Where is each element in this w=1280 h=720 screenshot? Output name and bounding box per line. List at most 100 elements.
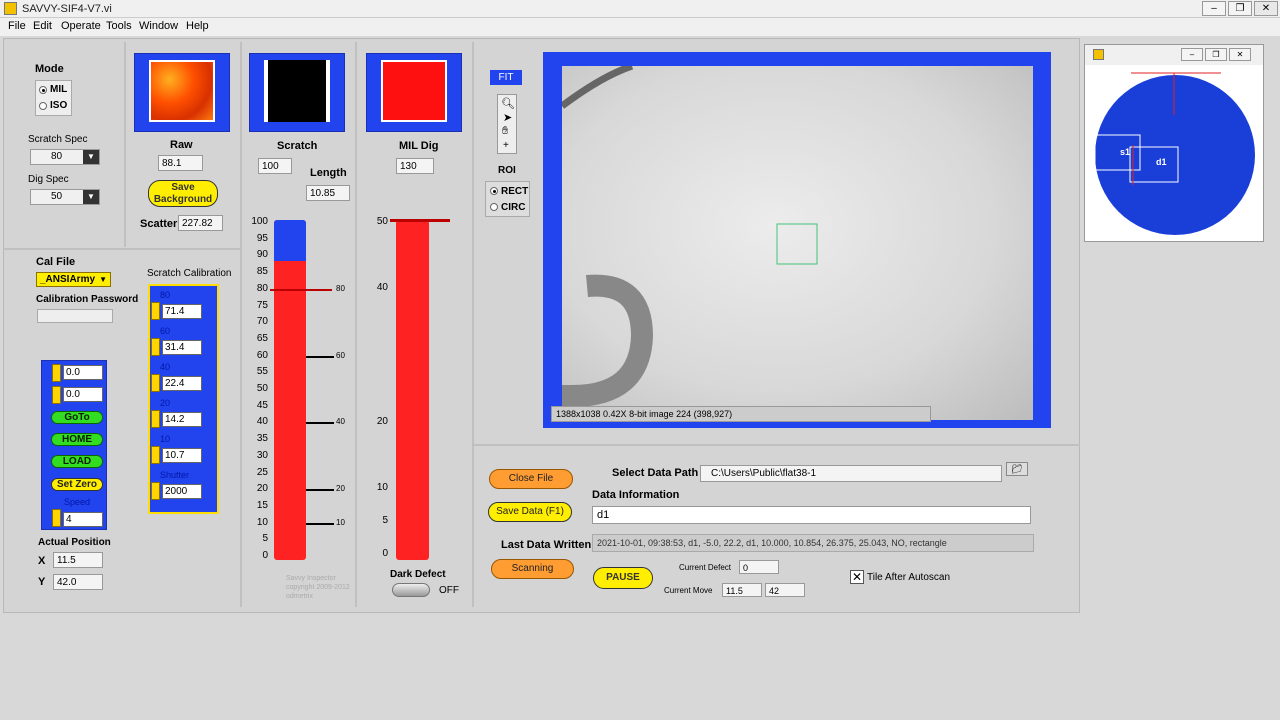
- menu-edit[interactable]: Edit: [33, 20, 52, 32]
- image-tools-palette: 🔍︎ ➤ ✋︎ +: [497, 94, 517, 154]
- chevron-down-icon: ▼: [83, 150, 99, 164]
- scratch-marker-line: [306, 422, 334, 425]
- pause-button[interactable]: PAUSE: [593, 567, 653, 589]
- scratch-cal-value[interactable]: 31.4: [162, 340, 202, 355]
- map-window-titlebar: – ❐ ✕: [1085, 45, 1263, 65]
- scratch-cal-key: 60: [160, 326, 171, 336]
- cal-password-label: Calibration Password: [36, 294, 139, 305]
- menu-tools[interactable]: Tools: [106, 20, 132, 32]
- cal-file-select[interactable]: _ANSIArmy ▼: [36, 272, 111, 287]
- scratch-marker-label: 20: [336, 484, 345, 494]
- data-information-input[interactable]: d1: [592, 506, 1031, 524]
- roi-rect-radio[interactable]: [490, 187, 498, 195]
- menu-file[interactable]: File: [8, 20, 26, 32]
- scratch-gauge-tick: 10: [256, 516, 268, 528]
- menu-help[interactable]: Help: [186, 20, 209, 32]
- scratch-cal-value[interactable]: 71.4: [162, 304, 202, 319]
- scratch-cal-key: 80: [160, 290, 171, 300]
- stage-x-spinner[interactable]: [52, 364, 61, 382]
- data-information-label: Data Information: [592, 489, 680, 501]
- speed-spinner[interactable]: [52, 509, 61, 527]
- scratch-spec-value: 80: [51, 151, 63, 162]
- scratch-cal-value[interactable]: 14.2: [162, 412, 202, 427]
- map-close-button[interactable]: ✕: [1229, 48, 1251, 61]
- scratch-cal-spinner[interactable]: [151, 482, 160, 500]
- mode-mil-radio[interactable]: [39, 86, 47, 94]
- scratch-calibration-label: Scratch Calibration: [147, 268, 232, 279]
- crosshair-icon[interactable]: +: [503, 140, 509, 151]
- dig-gauge-tick: 50: [376, 216, 388, 227]
- scratch-marker-line: [306, 355, 334, 358]
- scratch-cal-key: 20: [160, 398, 171, 408]
- load-button[interactable]: LOAD: [51, 455, 103, 468]
- dig-spec-select[interactable]: 50 ▼: [30, 189, 100, 205]
- maximize-button[interactable]: ❐: [1228, 1, 1252, 16]
- close-file-button[interactable]: Close File: [489, 469, 573, 489]
- menu-bar: File Edit Operate Tools Window Help: [0, 18, 1280, 36]
- stage-y-input[interactable]: 0.0: [63, 387, 103, 402]
- folder-browse-icon[interactable]: 📁︎: [1006, 462, 1028, 476]
- sample-map[interactable]: s1 d1: [1085, 65, 1263, 241]
- close-button[interactable]: ✕: [1254, 1, 1278, 16]
- scratch-cal-spinner[interactable]: [151, 302, 160, 320]
- scratch-gauge-tick: 90: [256, 249, 268, 261]
- scratch-cal-spinner[interactable]: [151, 374, 160, 392]
- scanning-button[interactable]: Scanning: [491, 559, 574, 579]
- scratch-cal-value[interactable]: 10.7: [162, 448, 202, 463]
- divider: [472, 42, 474, 607]
- data-path-input[interactable]: C:\Users\Public\flat38-1: [700, 465, 1002, 482]
- cal-password-field[interactable]: [37, 309, 113, 323]
- scratch-cal-spinner[interactable]: [151, 410, 160, 428]
- mode-iso-radio[interactable]: [39, 102, 47, 110]
- dark-defect-toggle[interactable]: [392, 583, 430, 597]
- last-data-written-label: Last Data Written: [501, 539, 592, 551]
- sample-disk: [1095, 75, 1255, 235]
- speed-input[interactable]: 4: [63, 512, 103, 527]
- pan-hand-icon[interactable]: ✋︎: [502, 125, 508, 138]
- scratch-cal-spinner[interactable]: [151, 338, 160, 356]
- scratch-cal-spinner[interactable]: [151, 446, 160, 464]
- scratch-gauge-tick: 35: [256, 433, 268, 445]
- scratch-gauge-tick: 95: [256, 232, 268, 244]
- dark-defect-state: OFF: [439, 585, 459, 596]
- save-data-button[interactable]: Save Data (F1): [488, 502, 572, 522]
- pointer-icon[interactable]: ➤: [503, 111, 512, 124]
- scratch-gauge-tick: 5: [262, 533, 268, 545]
- set-zero-button[interactable]: Set Zero: [51, 478, 103, 491]
- mil-dig-image: [381, 60, 447, 122]
- stage-x-input[interactable]: 0.0: [63, 365, 103, 380]
- scratch-cal-value[interactable]: 22.4: [162, 376, 202, 391]
- zoom-icon[interactable]: 🔍︎: [501, 97, 515, 110]
- mode-mil-label: MIL: [50, 84, 68, 95]
- map-minimize-button[interactable]: –: [1181, 48, 1203, 61]
- inspection-image-svg: [562, 66, 818, 407]
- scratch-spec-select[interactable]: 80 ▼: [30, 149, 100, 165]
- roi-rectangle[interactable]: [776, 223, 818, 265]
- roi-label: ROI: [498, 165, 516, 176]
- s1-label: s1: [1120, 147, 1130, 157]
- scratch-gauge: 100 95 90 85 80 75 70 65 60 55 50 45 40 35 30 25 20 15 10 5…: [248, 214, 358, 564]
- inspection-image[interactable]: [562, 66, 1033, 420]
- scratch-cal-value[interactable]: 2000: [162, 484, 202, 499]
- map-window: – ❐ ✕ s1 d1: [1084, 44, 1264, 242]
- scratch-gauge-tick: 85: [256, 266, 268, 278]
- scratch-gauge-tick: 65: [256, 332, 268, 344]
- roi-circ-radio[interactable]: [490, 203, 498, 211]
- mode-label: Mode: [35, 63, 64, 75]
- length-value: 10.85: [306, 185, 350, 201]
- image-viewer[interactable]: 1388x1038 0.42X 8-bit image 224 (398,927…: [543, 52, 1051, 428]
- map-maximize-button[interactable]: ❐: [1205, 48, 1227, 61]
- menu-window[interactable]: Window: [139, 20, 178, 32]
- stage-y-spinner[interactable]: [52, 386, 61, 404]
- menu-operate[interactable]: Operate: [61, 20, 101, 32]
- home-button[interactable]: HOME: [51, 433, 103, 446]
- app-icon: [4, 2, 17, 15]
- fit-button[interactable]: FIT: [490, 70, 522, 85]
- tile-after-autoscan-checkbox[interactable]: ✕: [850, 570, 864, 584]
- save-background-button[interactable]: Save Background: [148, 180, 218, 207]
- goto-button[interactable]: GoTo: [51, 411, 103, 424]
- dig-gauge-tick: 10: [376, 482, 388, 493]
- minimize-button[interactable]: –: [1202, 1, 1226, 16]
- roi-circ-label: CIRC: [501, 202, 526, 213]
- app-icon: [1093, 49, 1104, 60]
